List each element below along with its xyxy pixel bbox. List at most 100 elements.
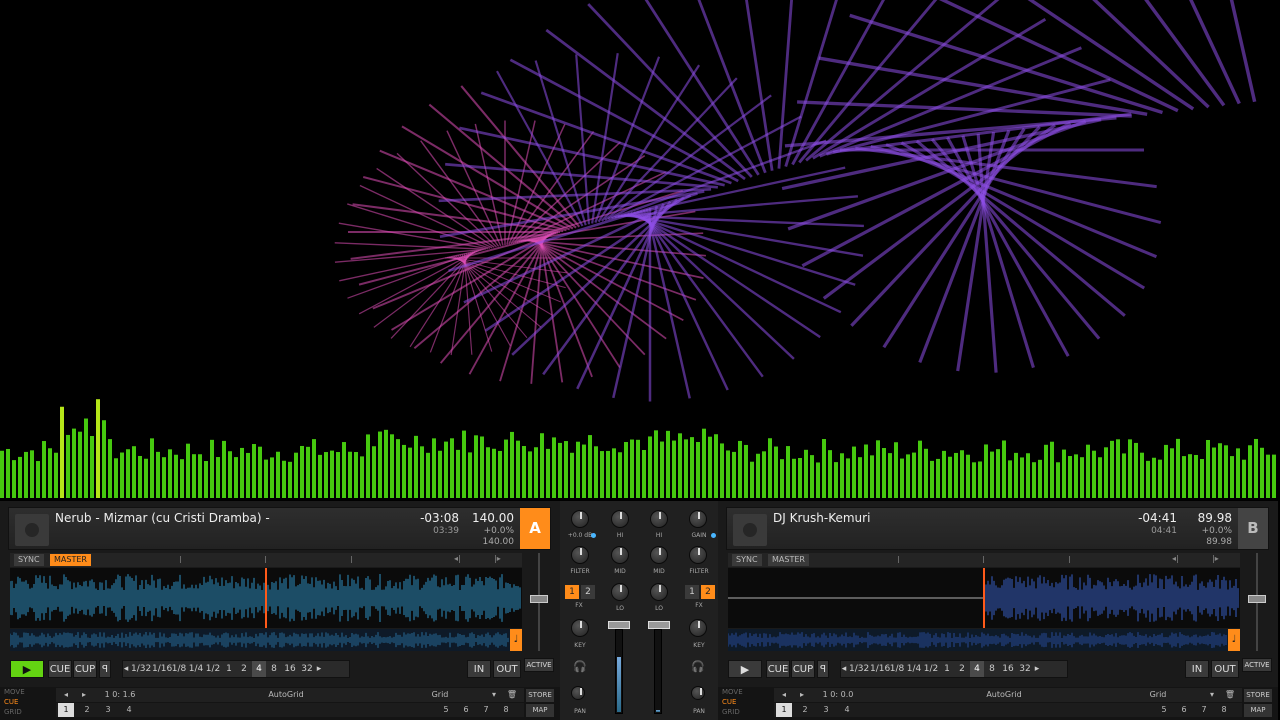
deck-a-sync-button[interactable]: SYNC — [14, 554, 44, 566]
eq-mid-knob-b[interactable] — [650, 546, 668, 564]
loop-size-button[interactable]: 1 — [940, 661, 954, 677]
loop-size-button[interactable]: 1 — [222, 661, 236, 677]
nudge-right-icon[interactable]: |▸ — [1212, 554, 1219, 563]
loop-size-button[interactable]: 16 — [282, 661, 298, 677]
fx-2-button-a[interactable]: 2 — [581, 585, 595, 599]
loop-size-button[interactable]: 32 — [299, 661, 315, 677]
loop-size-button[interactable]: 1/8 — [171, 661, 187, 677]
deck-a-waveform[interactable] — [10, 568, 522, 628]
hotcue-button[interactable]: 3 — [100, 703, 116, 717]
headphone-cue-icon-b[interactable]: 🎧 — [690, 660, 706, 674]
fx-1-button-b[interactable]: 1 — [685, 585, 699, 599]
loop-size-button[interactable]: 8 — [267, 661, 281, 677]
hotcue-button[interactable]: 5 — [439, 703, 453, 717]
gain-knob-b[interactable] — [689, 510, 707, 528]
hotcue-button[interactable]: 1 — [58, 703, 74, 717]
deck-a-cue-type[interactable]: Grid — [426, 688, 454, 702]
deck-b-master-button[interactable]: MASTER — [768, 554, 809, 566]
hotcue-button[interactable]: 2 — [797, 703, 813, 717]
loop-size-button[interactable]: 1/16 — [870, 661, 890, 677]
deck-b-store-button[interactable]: STORE — [1244, 689, 1272, 702]
deck-a-letter-button[interactable]: A — [520, 508, 550, 549]
deck-b-cue-name[interactable]: AutoGrid — [954, 688, 1054, 702]
deck-a-flux-button[interactable]: ꟼ — [99, 660, 111, 678]
hotcue-button[interactable]: 5 — [1157, 703, 1171, 717]
fx-1-button-a[interactable]: 1 — [565, 585, 579, 599]
hotcue-button[interactable]: 7 — [479, 703, 493, 717]
deck-a-store-button[interactable]: STORE — [526, 689, 554, 702]
loop-next-icon[interactable]: ▸ — [316, 661, 322, 677]
deck-a-master-button[interactable]: MASTER — [50, 554, 91, 566]
gain-knob-a[interactable] — [571, 510, 589, 528]
deck-a-flag-icon[interactable]: ♩ — [510, 629, 522, 651]
delete-cue-icon[interactable]: 🗑 — [1224, 688, 1236, 702]
channel-fader-a[interactable] — [608, 621, 630, 629]
hotcue-button[interactable]: 7 — [1197, 703, 1211, 717]
hotcue-button[interactable]: 8 — [1217, 703, 1231, 717]
loop-prev-icon[interactable]: ◂ — [841, 661, 847, 677]
loop-size-button[interactable]: 2 — [955, 661, 969, 677]
fx-2-button-b[interactable]: 2 — [701, 585, 715, 599]
dropdown-arrow-icon[interactable]: ▾ — [489, 688, 499, 702]
pan-knob-a[interactable] — [571, 686, 585, 700]
key-knob-b[interactable] — [689, 619, 707, 637]
deck-b-waveform[interactable] — [728, 568, 1240, 628]
hotcue-button[interactable]: 4 — [121, 703, 137, 717]
loop-size-button[interactable]: 8 — [985, 661, 999, 677]
hotcue-button[interactable]: 1 — [776, 703, 792, 717]
hotcue-button[interactable]: 2 — [79, 703, 95, 717]
loop-size-button[interactable]: 1/32 — [131, 661, 151, 677]
pan-knob-b[interactable] — [691, 686, 705, 700]
mode-grid-button[interactable]: GRID — [722, 707, 770, 717]
hotcue-button[interactable]: 3 — [818, 703, 834, 717]
loop-size-button[interactable]: 2 — [237, 661, 251, 677]
loop-size-button[interactable]: 32 — [1017, 661, 1033, 677]
loop-size-button[interactable]: 1/16 — [152, 661, 172, 677]
deck-a-cue-name[interactable]: AutoGrid — [236, 688, 336, 702]
hotcue-button[interactable]: 8 — [499, 703, 513, 717]
mode-cue-button[interactable]: CUE — [722, 697, 770, 707]
loop-prev-icon[interactable]: ◂ — [123, 661, 129, 677]
deck-b-stripe[interactable]: ♩ — [728, 629, 1240, 651]
next-cue-icon[interactable]: ▸ — [78, 688, 90, 702]
channel-fader-b[interactable] — [648, 621, 670, 629]
nudge-left-icon[interactable]: ◂| — [454, 554, 461, 563]
mode-cue-button[interactable]: CUE — [4, 697, 52, 707]
deck-b-cup-button[interactable]: CUP — [791, 660, 815, 678]
deck-a-stripe[interactable]: ♩ — [10, 629, 522, 651]
next-cue-icon[interactable]: ▸ — [796, 688, 808, 702]
deck-b-flag-icon[interactable]: ♩ — [1228, 629, 1240, 651]
deck-a-map-button[interactable]: MAP — [526, 704, 554, 717]
deck-b-sync-button[interactable]: SYNC — [732, 554, 762, 566]
eq-lo-knob-b[interactable] — [650, 583, 668, 601]
mode-move-button[interactable]: MOVE — [722, 687, 770, 697]
eq-mid-knob-a[interactable] — [611, 546, 629, 564]
prev-cue-icon[interactable]: ◂ — [60, 688, 72, 702]
loop-size-button[interactable]: 1/4 — [906, 661, 922, 677]
deck-a-tempo-fader[interactable] — [530, 553, 548, 651]
hotcue-button[interactable]: 4 — [839, 703, 855, 717]
nudge-left-icon[interactable]: ◂| — [1172, 554, 1179, 563]
deck-a-in-button[interactable]: IN — [467, 660, 491, 678]
loop-size-button[interactable]: 16 — [1000, 661, 1016, 677]
deck-b-flux-button[interactable]: ꟼ — [817, 660, 829, 678]
loop-size-button[interactable]: 4 — [970, 661, 984, 677]
deck-a-active-button[interactable]: ACTIVE — [524, 658, 554, 672]
mode-grid-button[interactable]: GRID — [4, 707, 52, 717]
deck-b-out-button[interactable]: OUT — [1211, 660, 1239, 678]
hotcue-button[interactable]: 6 — [459, 703, 473, 717]
loop-size-button[interactable]: 1/8 — [889, 661, 905, 677]
loop-size-button[interactable]: 1/2 — [923, 661, 939, 677]
eq-lo-knob-a[interactable] — [611, 583, 629, 601]
dropdown-arrow-icon[interactable]: ▾ — [1207, 688, 1217, 702]
eq-hi-knob-a[interactable] — [611, 510, 629, 528]
filter-knob-a[interactable] — [571, 546, 589, 564]
deck-a-cup-button[interactable]: CUP — [73, 660, 97, 678]
eq-hi-knob-b[interactable] — [650, 510, 668, 528]
deck-a-cue-button[interactable]: CUE — [48, 660, 72, 678]
loop-size-button[interactable]: 1/2 — [205, 661, 221, 677]
prev-cue-icon[interactable]: ◂ — [778, 688, 790, 702]
loop-size-button[interactable]: 1/32 — [849, 661, 869, 677]
deck-b-tempo-fader[interactable] — [1248, 553, 1266, 651]
deck-a-out-button[interactable]: OUT — [493, 660, 521, 678]
